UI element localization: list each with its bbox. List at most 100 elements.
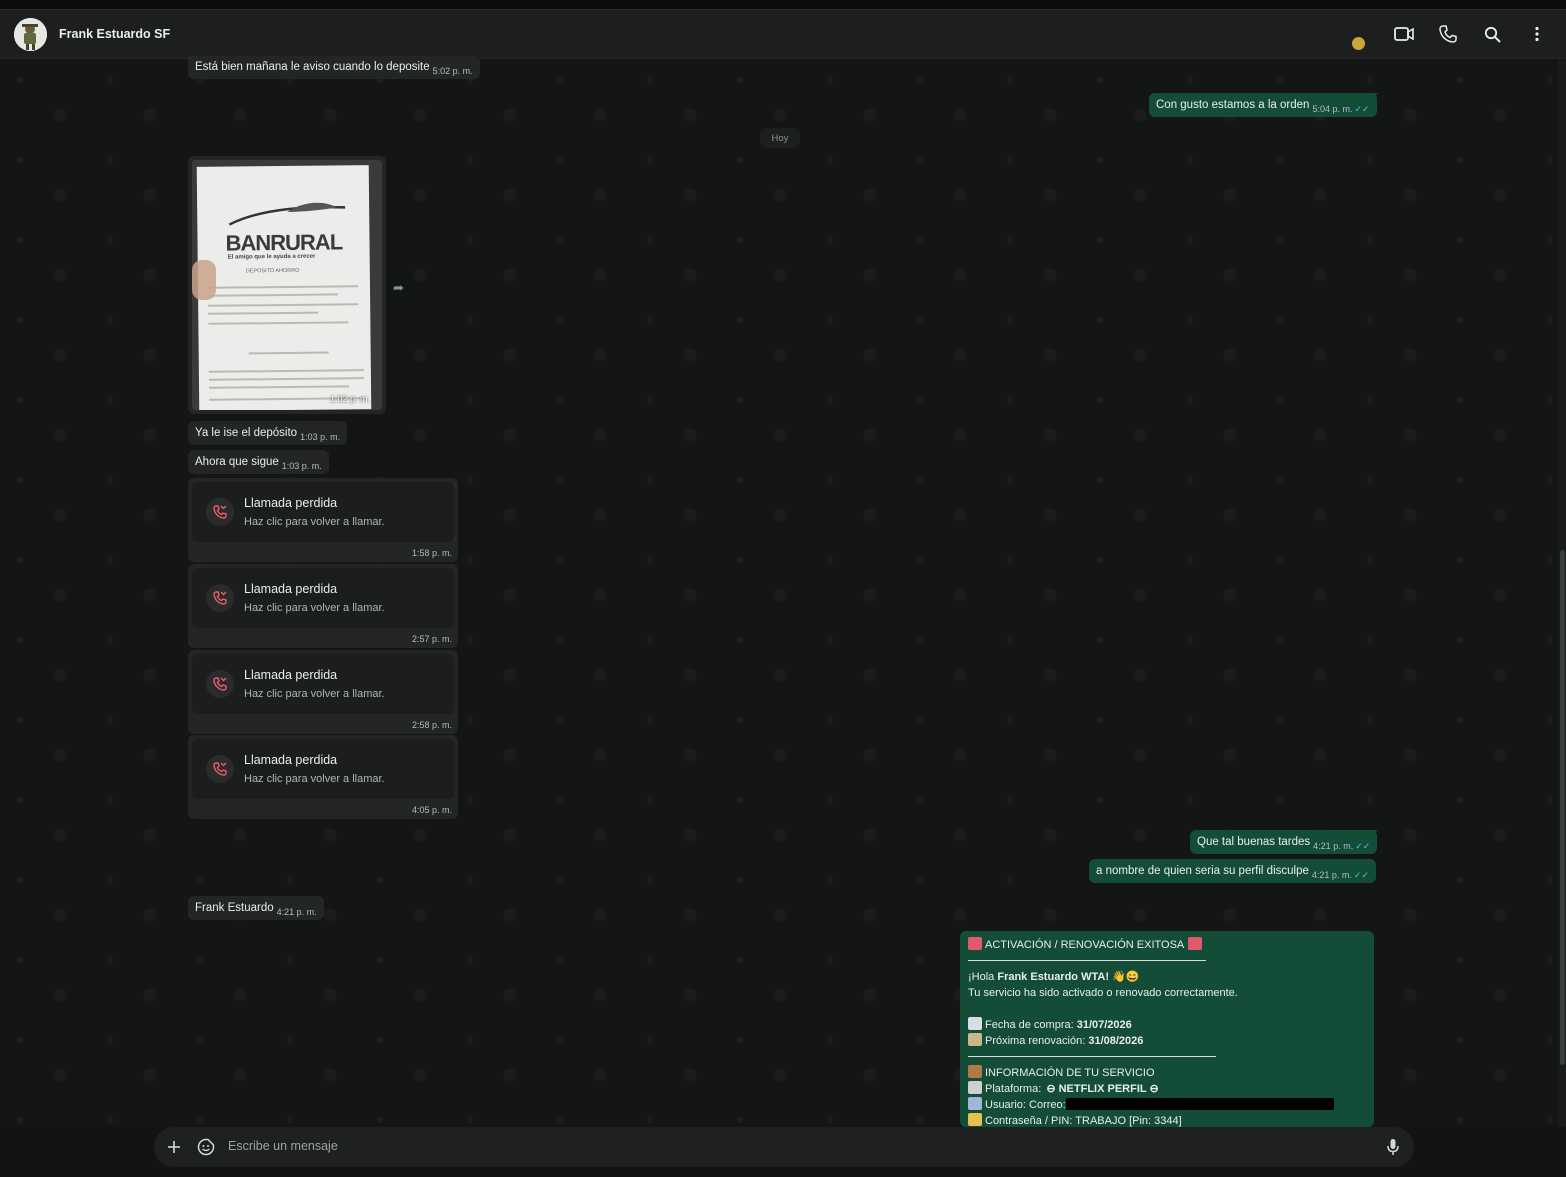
bubble-tail [1370,93,1378,101]
missed-call-icon [206,498,234,526]
missed-call-icon [206,670,234,698]
package-icon [968,1065,982,1078]
card-heading: ACTIVACIÓN / RENOVACIÓN EXITOSA [968,937,1366,953]
platform-label: Plataforma: [985,1083,1045,1095]
purchase-date: 31/07/2026 [1076,1019,1132,1031]
message-time: 1:03 p. m. [281,461,322,471]
info-heading-line: INFORMACIÓN DE TU SERVICIO [968,1065,1366,1081]
read-ticks-icon: ✓✓ [1354,104,1370,114]
message-text: Con gusto estamos a la orden [1156,99,1310,111]
platform-value: NETFLIX PERFIL [1058,1083,1147,1095]
message-outgoing[interactable]: a nombre de quien seria su perfil discul… [1089,859,1376,883]
message-incoming[interactable]: Ya le ise el depósito 1:03 p. m. [188,421,348,445]
bank-name: BANRURAL [225,229,343,256]
status-indicator [1352,37,1365,50]
hourglass-icon [968,1033,982,1046]
renewal-label: Próxima renovación: [985,1035,1089,1047]
day-separator: Hoy [760,128,800,148]
message-time: 5:04 p. m. [1312,104,1353,114]
call-title: Llamada perdida [244,496,338,510]
sticker-emoji-icon[interactable] [195,1136,217,1158]
password-text: Contraseña / PIN: TRABAJO [Pin: 3344] [985,1115,1182,1127]
message-composer[interactable]: Escribe un mensaje [154,1127,1414,1167]
chat-header[interactable]: Frank Estuardo SF [0,10,1566,59]
call-subtitle[interactable]: Haz clic para volver a llamar. [244,516,385,528]
greeting-emoji: 👋😄 [1112,971,1140,983]
info-heading: INFORMACIÓN DE TU SERVICIO [985,1067,1155,1079]
receipt-text-line [208,311,319,315]
contact-avatar[interactable] [14,18,47,51]
receipt-text-line [208,377,364,381]
divider [968,1056,1216,1057]
missed-call-icon [206,755,234,783]
purchase-label: Fecha de compra: [985,1019,1077,1031]
id-card-icon [968,1097,982,1110]
deposit-receipt-image[interactable]: BANRURAL El amigo que le ayuda a crecer … [192,160,382,410]
menu-dots-icon[interactable] [1526,23,1548,45]
user-line: Usuario: Correo: [968,1097,1366,1113]
attach-plus-icon[interactable] [163,1136,185,1158]
activated-line: Tu servicio ha sido activado o renovado … [968,987,1238,999]
missed-call-message[interactable]: Llamada perdida Haz clic para volver a l… [188,478,458,562]
receipt-text-line [248,351,329,355]
message-outgoing[interactable]: Que tal buenas tardes 4:21 p. m. ✓✓ [1190,830,1378,854]
message-text: Frank Estuardo [195,902,274,914]
contact-name[interactable]: Frank Estuardo SF [59,27,170,41]
redacted-email [1065,1098,1334,1110]
message-input[interactable]: Escribe un mensaje [228,1139,338,1153]
receipt-text-line [208,321,349,325]
missed-call-card[interactable]: Llamada perdida Haz clic para volver a l… [192,739,454,799]
message-time: 2:58 p. m. [411,720,452,730]
call-subtitle[interactable]: Haz clic para volver a llamar. [244,688,385,700]
call-subtitle[interactable]: Haz clic para volver a llamar. [244,602,385,614]
missed-call-message[interactable]: Llamada perdida Haz clic para volver a l… [188,650,458,734]
forward-icon[interactable]: ➦ [393,280,404,296]
search-icon[interactable] [1481,23,1503,45]
receipt-text-line [207,285,358,289]
purchase-date-line: Fecha de compra: 31/07/2026 [968,1017,1366,1033]
receipt-text-line [209,385,350,389]
microphone-icon[interactable] [1382,1136,1404,1158]
missed-call-card[interactable]: Llamada perdida Haz clic para volver a l… [192,482,454,542]
message-text: Está bien mañana le aviso cuando lo depo… [195,61,430,73]
missed-call-card[interactable]: Llamada perdida Haz clic para volver a l… [192,654,454,714]
activation-message[interactable]: ACTIVACIÓN / RENOVACIÓN EXITOSA ¡Hola Fr… [960,931,1374,1127]
message-text: Ya le ise el depósito [195,427,298,439]
greeting-prefix: ¡Hola [968,971,998,983]
greeting-name: Frank Estuardo WTA! [997,971,1109,983]
message-time: 2:57 p. m. [411,634,452,644]
platform-line: Plataforma: ⊖ NETFLIX PERFIL ⊖ [968,1081,1366,1097]
video-call-icon[interactable] [1393,23,1415,45]
call-subtitle[interactable]: Haz clic para volver a llamar. [244,773,385,785]
message-text: Ahora que sigue [195,456,279,468]
bubble-tail [1370,830,1378,838]
image-message[interactable]: BANRURAL El amigo que le ayuda a crecer … [188,156,386,414]
divider [968,960,1206,961]
whatsapp-window: Frank Estuardo SF Está bien mañana le av… [0,0,1566,1177]
clapper-icon [968,1081,982,1094]
message-time: 1:03 p. m. [300,432,341,442]
user-label: Usuario: Correo: [985,1099,1066,1111]
message-time: 5:02 p. m. [432,66,473,76]
scrollbar-thumb[interactable] [1560,550,1565,1065]
bank-logo-icon [228,202,346,226]
ticket-icon [968,937,982,950]
message-text: Que tal buenas tardes [1197,836,1311,848]
call-title: Llamada perdida [244,582,338,596]
window-top-bar [0,0,1566,10]
message-incoming[interactable]: Está bien mañana le aviso cuando lo depo… [188,56,480,79]
missed-call-message[interactable]: Llamada perdida Haz clic para volver a l… [188,564,458,648]
missed-call-card[interactable]: Llamada perdida Haz clic para volver a l… [192,568,454,628]
renewal-date-line: Próxima renovación: 31/08/2026 [968,1033,1366,1049]
receipt-text-line [208,303,359,307]
bank-slogan: El amigo que le ayuda a crecer [227,253,316,261]
phone-call-icon[interactable] [1437,23,1459,45]
missed-call-message[interactable]: Llamada perdida Haz clic para volver a l… [188,735,458,819]
message-time: 4:21 p. m. [276,907,317,917]
message-incoming[interactable]: Frank Estuardo 4:21 p. m. [188,896,324,920]
receipt-text-line [208,369,364,373]
message-incoming[interactable]: Ahora que sigue 1:03 p. m. [188,450,329,474]
call-title: Llamada perdida [244,668,338,682]
message-outgoing[interactable]: Con gusto estamos a la orden 5:04 p. m. ✓✓ [1149,93,1377,117]
